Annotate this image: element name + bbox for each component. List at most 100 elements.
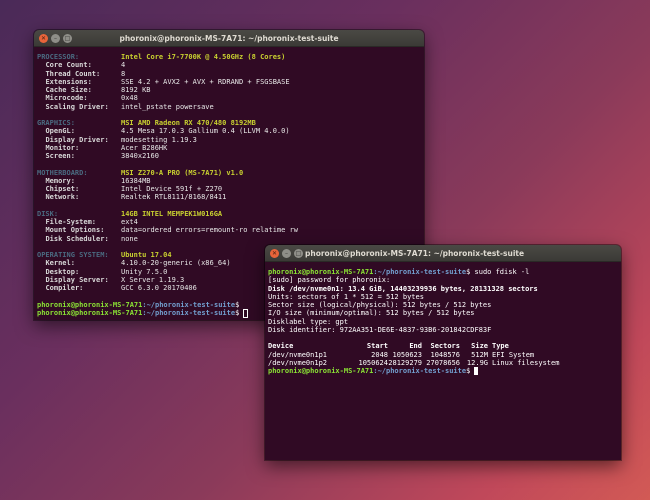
info-key-cell: OpenGL:	[37, 127, 121, 135]
info-key-cell: Display Server:	[37, 276, 121, 284]
info-row: Cache Size: 8192 KB	[37, 86, 421, 94]
terminal-window-fdisk[interactable]: ✕ – □ phoronix@phoronix-MS-7A71: ~/phoro…	[265, 245, 621, 460]
info-key-cell: Core Count:	[37, 61, 121, 69]
table-cell: /dev/nvme0n1p1	[268, 350, 328, 359]
prompt-path: :~/phoronix-test-suite	[142, 308, 236, 317]
table-cell: 1050623	[392, 350, 422, 359]
table-row: /dev/nvme0n1p2 1050624 28129279 27078656 12.…	[268, 359, 618, 367]
info-value: 4.5 Mesa 17.0.3 Gallium 0.4 (LLVM 4.0.0)	[121, 127, 290, 136]
info-row: Chipset: Intel Device 591f + Z270	[37, 185, 421, 193]
info-key-cell: Compiler:	[37, 284, 121, 292]
info-value: Acer B286HK	[121, 143, 168, 152]
title-bar[interactable]: ✕ – □ phoronix@phoronix-MS-7A71: ~/phoro…	[34, 30, 424, 47]
info-value: X Server 1.19.3	[121, 275, 185, 284]
info-key: Network:	[45, 193, 80, 202]
prompt-symbol: $	[235, 308, 240, 317]
close-icon[interactable]: ✕	[270, 248, 279, 258]
info-value: 16384MB	[121, 176, 151, 185]
prompt-path: :~/phoronix-test-suite	[373, 367, 467, 375]
info-row: Thread Count: 8	[37, 70, 421, 78]
table-cell: /dev/nvme0n1p2	[268, 358, 328, 367]
info-key-cell: Chipset:	[37, 185, 121, 193]
table-header-cell: Sectors	[430, 342, 460, 351]
section-header: GRAPHICS: MSI AMD Radeon RX 470/480 8192M…	[37, 119, 421, 127]
info-row: Mount Options: data=ordered errors=remoun…	[37, 226, 421, 234]
info-key: Memory:	[45, 176, 75, 185]
section-label: DISK:	[37, 209, 59, 218]
prompt-path: :~/phoronix-test-suite	[142, 300, 236, 309]
close-icon[interactable]: ✕	[39, 33, 48, 43]
info-row: File-System: ext4	[37, 218, 421, 226]
info-key: Compiler:	[45, 284, 84, 292]
partition-table-header: Device Start End Sectors Size Type	[268, 342, 618, 350]
table-cell: Linux filesystem	[492, 358, 560, 367]
table-header-cell: End	[409, 342, 422, 351]
info-row: Network: Realtek RTL8111/8168/8411	[37, 193, 421, 201]
terminal-output[interactable]: phoronix@phoronix-MS-7A71:~/phoronix-tes…	[265, 262, 621, 375]
info-key-cell: Display Driver:	[37, 136, 121, 144]
prompt-line: phoronix@phoronix-MS-7A71:~/phoronix-tes…	[268, 268, 618, 276]
prompt-user: phoronix@phoronix-MS-7A71	[268, 268, 374, 276]
minimize-icon[interactable]: –	[51, 33, 60, 43]
window-title: phoronix@phoronix-MS-7A71: ~/phoronix-te…	[305, 248, 525, 258]
table-header-cell: Device	[268, 342, 294, 351]
info-row: Memory: 16384MB	[37, 177, 421, 185]
info-key-cell: Thread Count:	[37, 70, 121, 78]
section-value: Ubuntu 17.04	[121, 251, 172, 259]
section-header: MOTHERBOARD: MSI Z270-A PRO (MS-7A71) v1.…	[37, 169, 421, 177]
output-line: I/O size (minimum/optimal): 512 bytes / …	[268, 309, 475, 318]
info-row: Display Driver: modesetting 1.19.3	[37, 136, 421, 144]
info-key: Display Driver:	[45, 135, 109, 144]
info-key-cell: Mount Options:	[37, 226, 121, 234]
info-key-cell: File-System:	[37, 218, 121, 226]
minimize-icon[interactable]: –	[282, 248, 291, 258]
window-title: phoronix@phoronix-MS-7A71: ~/phoronix-te…	[119, 33, 339, 43]
table-cell: 2048	[371, 350, 388, 359]
info-key: Monitor:	[45, 143, 80, 152]
prompt-line: phoronix@phoronix-MS-7A71:~/phoronix-tes…	[268, 367, 618, 375]
table-cell: 27078656	[426, 358, 460, 367]
info-key-cell: Microcode:	[37, 94, 121, 102]
info-key: Disk Scheduler:	[45, 234, 109, 243]
info-value: Realtek RTL8111/8168/8411	[121, 193, 227, 202]
table-header-cell: Start	[366, 342, 388, 351]
info-key: Scaling Driver:	[45, 102, 109, 111]
info-key: Chipset:	[45, 185, 80, 193]
info-key: Screen:	[45, 152, 75, 160]
cursor	[474, 367, 479, 375]
section-label: PROCESSOR:	[37, 53, 80, 61]
info-key: Display Server:	[45, 275, 109, 284]
info-key-cell: Kernel:	[37, 259, 121, 267]
output-line: Sector size (logical/physical): 512 byte…	[268, 301, 492, 309]
table-cell: EFI System	[492, 350, 535, 359]
info-row: OpenGL: 4.5 Mesa 17.0.3 Gallium 0.4 (LLVM…	[37, 127, 421, 135]
table-cell: 1048576	[430, 350, 460, 359]
output-line: Disklabel type: gpt	[268, 317, 349, 326]
info-key: OpenGL:	[45, 127, 75, 136]
info-value: modesetting 1.19.3	[121, 135, 197, 144]
maximize-icon[interactable]: □	[294, 248, 303, 258]
info-value: Intel Device 591f + Z270	[121, 185, 223, 193]
table-cell: 1050624	[358, 358, 388, 367]
table-row: /dev/nvme0n1p1 2048 1050623 1048576 512M EFI …	[268, 351, 618, 359]
info-value: SSE 4.2 + AVX2 + AVX + RDRAND + FSGSBASE	[121, 77, 290, 86]
info-row: Monitor: Acer B286HK	[37, 144, 421, 152]
prompt-path: :~/phoronix-test-suite	[373, 268, 467, 276]
info-key: Extensions:	[45, 77, 92, 86]
info-value: 4.10.0-20-generic (x86_64)	[121, 259, 231, 268]
info-row: Microcode: 0x48	[37, 94, 421, 102]
info-key: Cache Size:	[45, 86, 92, 94]
output-line: [sudo] password for phoronix:	[268, 276, 391, 285]
info-value: 3840x2160	[121, 152, 159, 160]
info-value: intel_pstate powersave	[121, 102, 214, 111]
info-row: Disk Scheduler: none	[37, 235, 421, 243]
table-header-cell: Size	[471, 342, 488, 351]
maximize-icon[interactable]: □	[63, 33, 72, 43]
command-text: sudo fdisk -l	[470, 268, 530, 276]
prompt-user: phoronix@phoronix-MS-7A71	[268, 367, 374, 375]
info-value: data=ordered errors=remount-ro relatime …	[121, 226, 299, 235]
title-bar[interactable]: ✕ – □ phoronix@phoronix-MS-7A71: ~/phoro…	[265, 245, 621, 262]
section-value: Intel Core i7-7700K @ 4.50GHz (8 Cores)	[121, 53, 286, 61]
output-line: Disk identifier: 972AA351-DE6E-4837-93B6…	[268, 325, 492, 334]
info-key: Mount Options:	[45, 226, 105, 235]
